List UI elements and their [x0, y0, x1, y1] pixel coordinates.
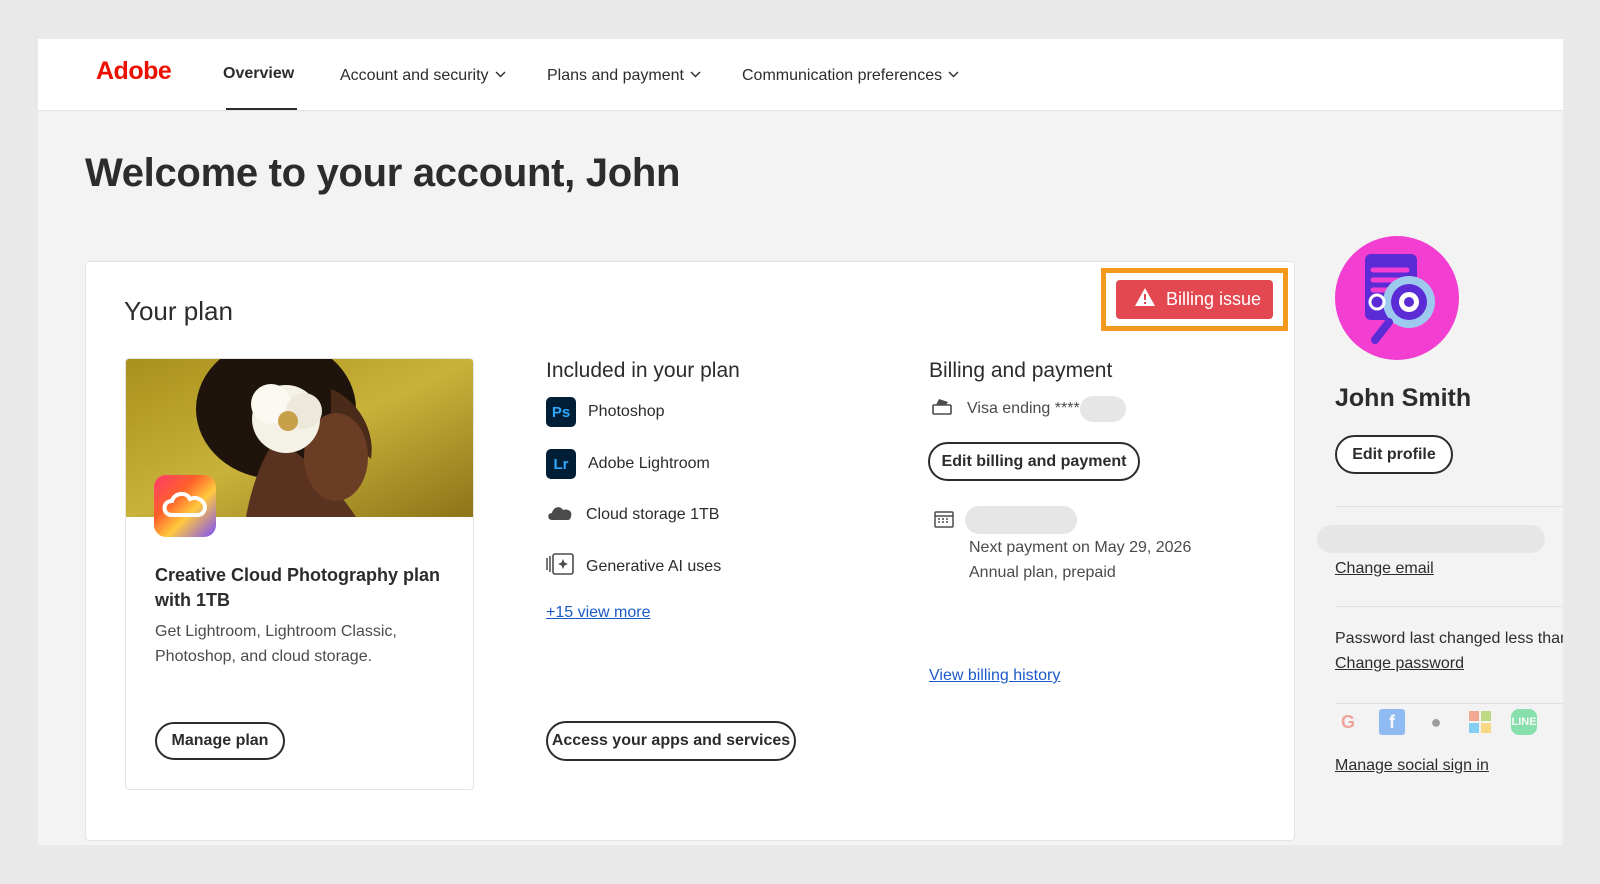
nav-plans-payment[interactable]: Plans and payment	[547, 65, 701, 85]
billing-issue-highlight: Billing issue	[1101, 268, 1288, 331]
card-text: Visa ending ****	[967, 400, 1080, 417]
microsoft-icon	[1467, 709, 1493, 735]
redacted-payment-amount	[965, 506, 1077, 534]
edit-profile-button[interactable]: Edit profile	[1335, 435, 1453, 474]
facebook-icon: f	[1379, 709, 1405, 735]
chevron-down-icon	[495, 65, 506, 83]
page-title: Welcome to your account, John	[85, 151, 681, 195]
included-item-label: Cloud storage 1TB	[586, 505, 720, 523]
included-item: Cloud storage 1TB	[546, 502, 719, 527]
product-tile: Creative Cloud Photography plan with 1TB…	[125, 358, 474, 790]
nav-plans-payment-label: Plans and payment	[547, 67, 684, 84]
included-item: Lr Adobe Lightroom	[546, 449, 710, 479]
nav-overview-label: Overview	[223, 65, 295, 82]
lightroom-icon: Lr	[546, 449, 576, 479]
payment-method: Visa ending ****	[931, 396, 1126, 422]
included-item-label: Adobe Lightroom	[588, 455, 710, 472]
change-password-link[interactable]: Change password	[1335, 655, 1464, 673]
nav-account-security[interactable]: Account and security	[340, 65, 506, 85]
chevron-down-icon	[948, 65, 959, 83]
credit-card-icon	[931, 397, 953, 422]
photoshop-icon: Ps	[546, 397, 576, 427]
divider	[1335, 703, 1563, 704]
included-item: Generative AI uses	[546, 552, 721, 581]
plan-title: Your plan	[124, 296, 233, 326]
billing-title: Billing and payment	[929, 359, 1113, 382]
billing-issue-badge[interactable]: Billing issue	[1116, 280, 1273, 319]
avatar[interactable]	[1335, 236, 1459, 360]
billing-issue-label: Billing issue	[1166, 289, 1262, 309]
product-name: Creative Cloud Photography plan with 1TB	[155, 565, 441, 610]
generative-ai-icon	[546, 552, 574, 581]
nav-communication-label: Communication preferences	[742, 67, 943, 84]
apple-icon: ●	[1430, 711, 1442, 732]
line-icon: LINE	[1511, 709, 1537, 735]
nav-overview[interactable]: Overview	[223, 65, 294, 83]
included-item: Ps Photoshop	[546, 397, 665, 427]
chevron-down-icon	[690, 65, 701, 83]
redacted-card-digits	[1079, 396, 1126, 422]
profile-name: John Smith	[1335, 384, 1472, 412]
cloud-icon	[546, 502, 574, 527]
included-title: Included in your plan	[546, 359, 740, 382]
billing-history-link[interactable]: View billing history	[929, 667, 1060, 685]
nav-account-security-label: Account and security	[340, 67, 489, 84]
google-icon: G	[1340, 711, 1355, 732]
plan-card: Your plan Billing issue Creative Cloud P…	[85, 261, 1295, 841]
product-description: Get Lightroom, Lightroom Classic, Photos…	[155, 623, 397, 665]
manage-plan-button[interactable]: Manage plan	[155, 722, 285, 760]
active-tab-indicator	[226, 108, 297, 110]
change-email-link[interactable]: Change email	[1335, 560, 1434, 578]
next-payment-text: Next payment on May 29, 2026	[969, 539, 1192, 556]
divider	[1335, 606, 1563, 607]
nav-communication-preferences[interactable]: Communication preferences	[742, 65, 959, 85]
divider	[1335, 506, 1563, 507]
included-item-label: Generative AI uses	[586, 557, 722, 575]
account-page: Adobe Overview Account and security Plan…	[38, 39, 1563, 845]
access-apps-button[interactable]: Access your apps and services	[546, 721, 796, 761]
edit-billing-button[interactable]: Edit billing and payment	[928, 442, 1140, 481]
password-status: Password last changed less than	[1335, 630, 1563, 647]
redacted-email	[1317, 525, 1545, 553]
social-sign-in-icons: G f ● LINE	[1335, 709, 1537, 735]
plan-type-text: Annual plan, prepaid	[969, 564, 1116, 581]
view-more-link[interactable]: +15 view more	[546, 604, 651, 622]
top-navigation: Adobe Overview Account and security Plan…	[38, 39, 1563, 111]
included-item-label: Photoshop	[588, 403, 665, 420]
adobe-logo[interactable]: Adobe	[96, 57, 172, 86]
warning-icon	[1134, 287, 1156, 312]
creative-cloud-icon	[154, 475, 216, 537]
manage-social-link[interactable]: Manage social sign in	[1335, 757, 1489, 775]
calendar-icon	[934, 510, 954, 533]
